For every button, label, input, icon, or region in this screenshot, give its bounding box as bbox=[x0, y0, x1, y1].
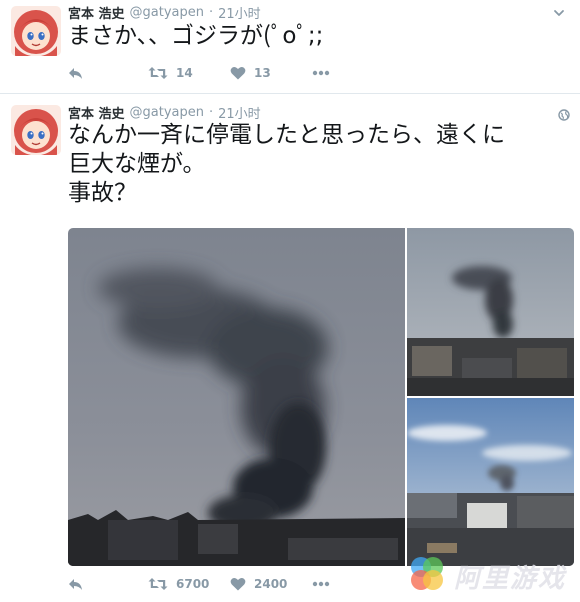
smoke-photo-distant[interactable] bbox=[407, 228, 574, 396]
more-dots-icon bbox=[312, 70, 330, 76]
tweet-text: なんか一斉に停電したと思ったら、遠くに 巨大な煙が。 事故？ bbox=[68, 122, 505, 206]
like-count: 13 bbox=[254, 66, 271, 80]
reply-icon bbox=[68, 577, 84, 591]
tweet-timestamp[interactable]: 21小时 bbox=[218, 103, 261, 122]
chevron-down-icon[interactable] bbox=[552, 5, 566, 19]
retweet-button[interactable]: 6700 bbox=[148, 577, 230, 591]
watermark-text: 阿里游戏 bbox=[454, 563, 567, 594]
retweet-icon bbox=[148, 66, 168, 80]
tweet-text: まさか、、ゴジラが(ﾟoﾟ;; bbox=[68, 23, 324, 49]
reply-icon bbox=[68, 66, 84, 80]
separator: · bbox=[209, 4, 214, 20]
tweet-2: 宮本 浩史 @gatyapen · 21小时 なんか一斉に停電したと思ったら、遠… bbox=[0, 95, 580, 602]
tweet-header: 宮本 浩史 @gatyapen · 21小时 bbox=[68, 103, 261, 122]
user-fullname[interactable]: 宮本 浩史 bbox=[68, 3, 125, 22]
like-button[interactable]: 13 bbox=[230, 66, 312, 80]
retweet-count: 6700 bbox=[176, 577, 210, 591]
retweet-button[interactable]: 14 bbox=[148, 66, 230, 80]
retweet-icon bbox=[148, 577, 168, 591]
smoke-photo-main[interactable] bbox=[68, 228, 405, 566]
avatar[interactable] bbox=[11, 105, 61, 155]
watermark: 阿里游戏 bbox=[406, 550, 580, 602]
reply-button[interactable] bbox=[68, 66, 148, 80]
colored-circles-logo bbox=[406, 553, 448, 599]
heart-icon bbox=[230, 66, 246, 80]
tweet-timestamp[interactable]: 21小时 bbox=[218, 3, 261, 22]
smoke-photo-city[interactable] bbox=[407, 398, 574, 566]
like-button[interactable]: 2400 bbox=[230, 577, 312, 591]
more-dots-icon bbox=[312, 581, 330, 587]
tweet-actions: 14 13 bbox=[68, 63, 330, 83]
heart-icon bbox=[230, 577, 246, 591]
more-options-button[interactable] bbox=[312, 70, 330, 76]
like-count: 2400 bbox=[254, 577, 288, 591]
globe-icon bbox=[558, 106, 570, 121]
reply-button[interactable] bbox=[68, 577, 148, 591]
tweet-header: 宮本 浩史 @gatyapen · 21小时 bbox=[68, 3, 261, 22]
more-options-button[interactable] bbox=[312, 581, 330, 587]
user-handle[interactable]: @gatyapen bbox=[130, 105, 204, 120]
separator: · bbox=[209, 104, 214, 120]
photo-grid bbox=[68, 228, 574, 566]
avatar[interactable] bbox=[11, 6, 61, 56]
tweet-actions: 6700 2400 bbox=[68, 574, 330, 594]
user-handle[interactable]: @gatyapen bbox=[130, 5, 204, 20]
tweet-1: 宮本 浩史 @gatyapen · 21小时 まさか、、ゴジラが(ﾟoﾟ;; 1… bbox=[0, 0, 580, 94]
retweet-count: 14 bbox=[176, 66, 193, 80]
user-fullname[interactable]: 宮本 浩史 bbox=[68, 103, 125, 122]
